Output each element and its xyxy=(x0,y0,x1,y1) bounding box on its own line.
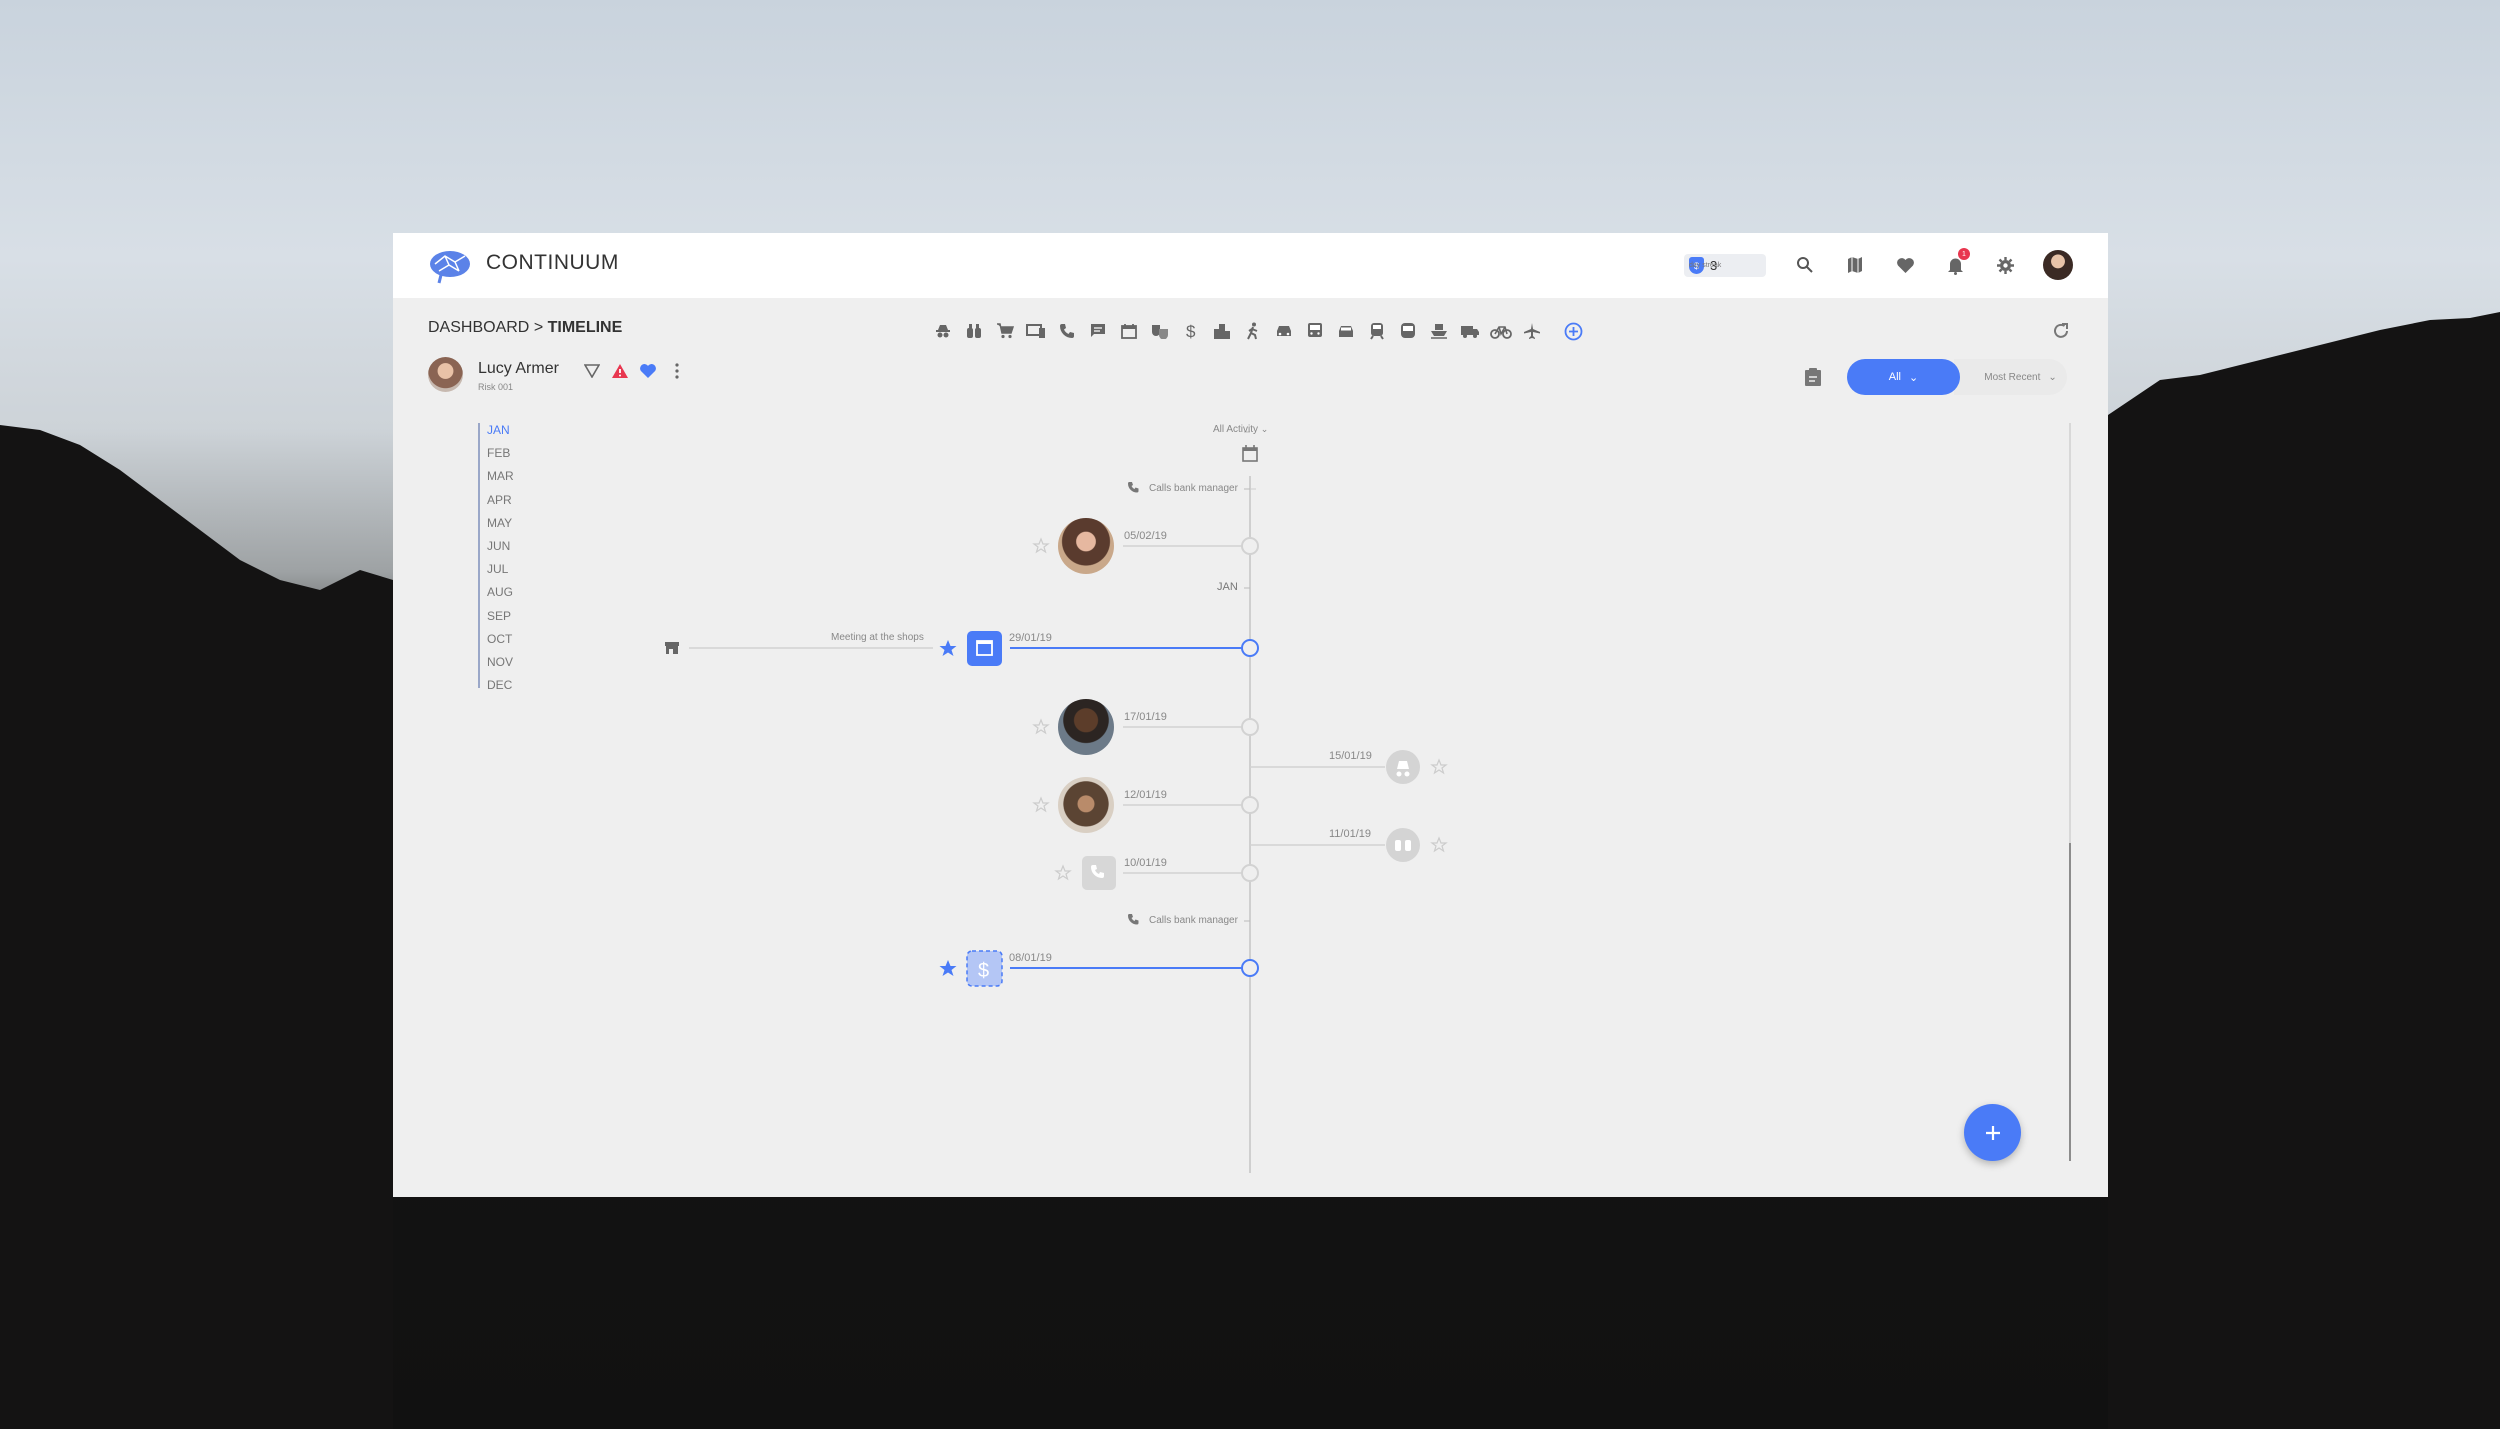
event-date: 10/01/19 xyxy=(1124,857,1167,869)
star-outline-icon xyxy=(1430,758,1448,775)
phone-icon xyxy=(1127,482,1139,493)
event-date: 17/01/19 xyxy=(1124,711,1167,723)
event-date: 12/01/19 xyxy=(1124,789,1167,801)
star-filled-icon xyxy=(939,960,957,976)
timeline-node xyxy=(1241,639,1259,657)
event-person-photo[interactable] xyxy=(1058,777,1114,833)
dollar-event-icon: $ xyxy=(966,950,1003,987)
event-date: 29/01/19 xyxy=(1009,632,1052,644)
calendar-event-icon xyxy=(967,631,1002,666)
star-outline-icon xyxy=(1430,836,1448,853)
timeline-node xyxy=(1241,959,1259,977)
activity-filter[interactable]: All Activity ⌄ xyxy=(1213,424,1268,435)
event-date: 11/01/19 xyxy=(1329,828,1372,840)
app-window: CONTINUUM $ 3 day streak 1 DASHBOARD > T… xyxy=(393,233,2108,1197)
month-divider-label: JAN xyxy=(1217,581,1238,593)
scrollbar-thumb[interactable] xyxy=(2069,843,2071,1161)
spy-event-icon xyxy=(1386,750,1420,784)
svg-text:$: $ xyxy=(978,960,989,982)
event-date: 05/02/19 xyxy=(1124,530,1167,542)
event-date: 15/01/19 xyxy=(1329,750,1372,762)
event-date: 08/01/19 xyxy=(1009,952,1052,964)
section-label: Calls bank manager xyxy=(1149,915,1238,926)
event-person-photo[interactable] xyxy=(1058,518,1114,574)
timeline-graphic: $ xyxy=(665,431,1448,1173)
star-outline-icon xyxy=(1054,864,1072,881)
event-person-photo[interactable] xyxy=(1058,699,1114,755)
scrollbar[interactable] xyxy=(2069,423,2071,1161)
binoculars-event-icon xyxy=(1386,828,1420,862)
store-icon xyxy=(665,642,679,654)
plus-icon xyxy=(1985,1125,2000,1140)
star-outline-icon xyxy=(1032,537,1050,554)
timeline-node xyxy=(1241,718,1259,736)
timeline-node xyxy=(1241,796,1259,814)
phone-event-icon xyxy=(1082,856,1116,890)
star-filled-icon xyxy=(939,640,957,656)
activity-filter-label: All Activity xyxy=(1213,424,1259,435)
add-event-button[interactable] xyxy=(1964,1104,2021,1161)
section-label: Calls bank manager xyxy=(1149,483,1238,494)
timeline-node xyxy=(1241,864,1259,882)
phone-icon xyxy=(1127,914,1139,925)
star-outline-icon xyxy=(1032,796,1050,813)
chevron-down-icon: ⌄ xyxy=(1260,424,1269,434)
event-title: Meeting at the shops xyxy=(831,632,924,643)
calendar-icon xyxy=(1242,445,1258,462)
timeline-node xyxy=(1241,537,1259,555)
star-outline-icon xyxy=(1032,718,1050,735)
